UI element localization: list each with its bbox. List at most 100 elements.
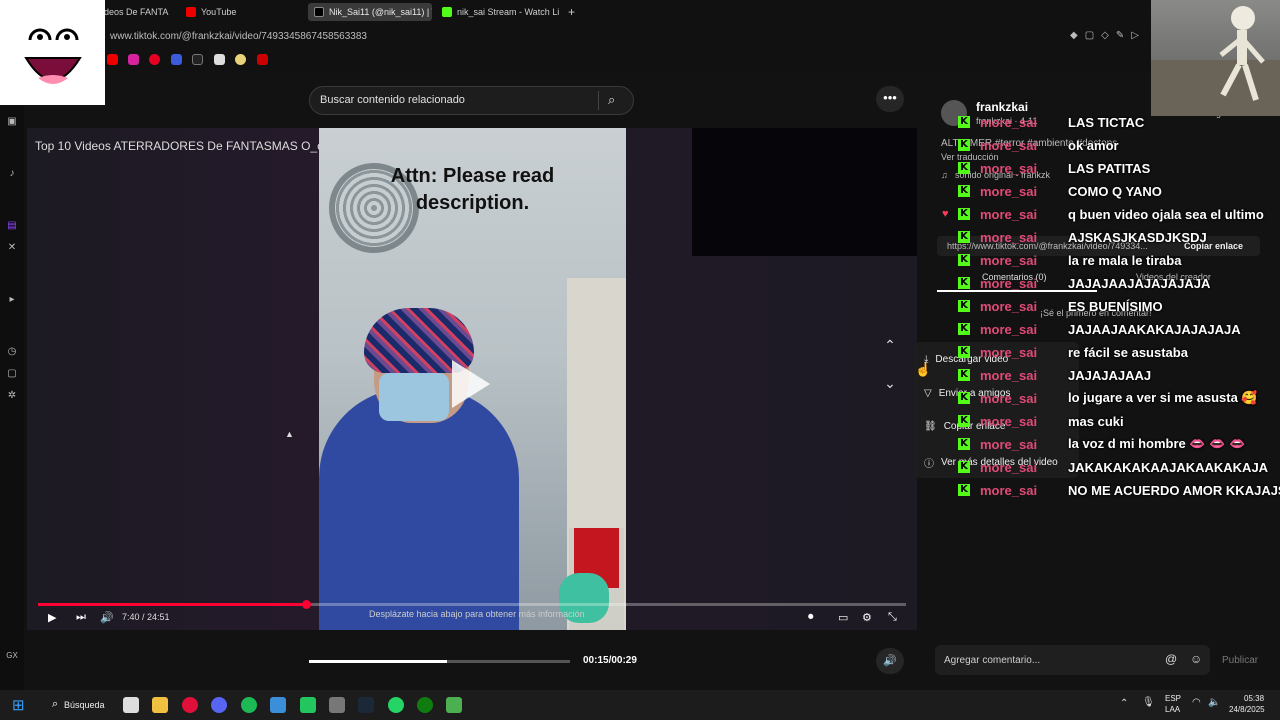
url-text[interactable]: www.tiktok.com/@frankzkai/video/74933458…: [110, 31, 367, 42]
mute-icon[interactable]: 🔊: [876, 648, 904, 674]
app-bookmark-icon[interactable]: [171, 54, 182, 65]
volume-icon[interactable]: 🔊: [100, 611, 114, 624]
nurse-figure: [319, 388, 519, 630]
language-top[interactable]: ESP: [1165, 694, 1181, 703]
comment-placeholder: Agregar comentario...: [944, 655, 1041, 666]
language-bottom[interactable]: LAA: [1165, 705, 1180, 714]
next-video-icon[interactable]: ⌄: [877, 370, 903, 396]
sidebar-clock-icon[interactable]: ◷: [6, 346, 18, 358]
app-icon[interactable]: [300, 697, 316, 713]
toolbar-icons[interactable]: ◆▢◇✎▷: [1070, 30, 1146, 41]
chat-username: more_sai: [980, 344, 1038, 360]
sidebar-play-icon[interactable]: ▸: [6, 294, 18, 306]
chat-message: Kmore_sai ES BUENÍSIMO: [958, 296, 1163, 316]
previous-video-icon[interactable]: ⌃: [877, 332, 903, 358]
chat-text: JAJAJAJAAJ: [1068, 367, 1152, 383]
opera-gx-icon[interactable]: [182, 697, 198, 713]
emoji-icon[interactable]: ☺: [1190, 652, 1202, 666]
clock-time[interactable]: 05:38: [1244, 694, 1264, 703]
kick-badge-icon: K: [958, 392, 970, 404]
publish-button[interactable]: Publicar: [1222, 655, 1258, 666]
face-mask: [379, 373, 449, 421]
taskbar-search[interactable]: ⌕ Búsqueda: [44, 695, 110, 715]
steam-icon[interactable]: [358, 697, 374, 713]
autoplay-toggle[interactable]: ⏺: [808, 611, 814, 624]
chat-text: JAKAKAKAKAAJAKAAKAKAJA: [1068, 459, 1269, 475]
settings-icon[interactable]: ⚙: [862, 611, 872, 624]
chat-message: Kmore_sai LAS TICTAC: [958, 112, 1144, 132]
doc-bookmark-icon[interactable]: [214, 54, 225, 65]
address-bar[interactable]: www.tiktok.com/@frankzkai/video/74933458…: [0, 24, 1280, 50]
chat-username: more_sai: [980, 459, 1038, 475]
task-view-icon[interactable]: [123, 697, 139, 713]
microphone-icon[interactable]: 🎙: [1142, 697, 1155, 708]
tab-tiktok[interactable]: Nik_Sai11 (@nik_sai11) | T: [308, 3, 432, 21]
speaker-icon[interactable]: 🔈: [1208, 697, 1220, 708]
sidebar-x-icon[interactable]: ✕: [6, 242, 18, 254]
chat-message: Kmore_sai ok amor: [958, 135, 1119, 155]
sidebar-settings-icon[interactable]: ✲: [6, 390, 18, 402]
chat-message: Kmore_sai mas cuki: [958, 411, 1124, 431]
new-tab-button[interactable]: +: [562, 3, 578, 21]
search-placeholder: Buscar contenido relacionado: [320, 94, 465, 106]
chat-message: Kmore_sai lo jugare a ver si me asusta 🥰: [958, 388, 1258, 408]
chat-text: la re mala le tiraba: [1068, 252, 1182, 268]
tab-kick[interactable]: nik_sai Stream - Watch Li: [436, 3, 560, 21]
tab-label: ideos De FANTA: [102, 7, 169, 17]
instagram-bookmark-icon[interactable]: [128, 54, 139, 65]
spotify-icon[interactable]: [241, 697, 257, 713]
discord-icon[interactable]: [211, 697, 227, 713]
kick-badge-icon: K: [958, 300, 970, 312]
tab-youtube[interactable]: YouTube: [180, 3, 300, 21]
chat-message: Kmore_sai re fácil se asustaba: [958, 342, 1188, 362]
tiktok-icon: [314, 7, 324, 17]
play-icon[interactable]: ▶: [48, 611, 56, 624]
exit-fullscreen-icon[interactable]: ⤡: [888, 611, 897, 624]
tray-chevron-icon[interactable]: ⌃: [1120, 698, 1128, 709]
search-icon: ⌕: [52, 698, 59, 710]
store-icon[interactable]: [270, 697, 286, 713]
sidebar-box-icon[interactable]: ▢: [6, 368, 18, 380]
chat-text: q buen video ojala sea el ultimo: [1068, 206, 1264, 222]
play-overlay-icon[interactable]: [452, 360, 490, 408]
folder-bookmark-icon[interactable]: [235, 54, 246, 65]
pinterest-bookmark-icon[interactable]: [149, 54, 160, 65]
sidebar-twitch-icon[interactable]: ▤: [6, 220, 18, 232]
search-icon[interactable]: ⌕: [608, 92, 615, 108]
chat-text: AJSKASJKASDJKSDJ: [1068, 229, 1207, 245]
mention-icon[interactable]: @: [1165, 652, 1177, 666]
netflix-bookmark-icon[interactable]: [257, 54, 268, 65]
chat-username: more_sai: [980, 436, 1038, 452]
mouse-cursor-icon: ▲: [285, 429, 294, 439]
xbox-icon[interactable]: [417, 697, 433, 713]
windows-start-icon[interactable]: ⊞: [12, 696, 25, 714]
chat-text: JAJAJAAJAJAJAJAJA: [1068, 275, 1211, 291]
like-icon[interactable]: ♥: [942, 208, 949, 220]
youtube-bookmark-icon[interactable]: [107, 54, 118, 65]
clock-date[interactable]: 24/8/2025: [1229, 705, 1265, 714]
kick-badge-icon: K: [958, 162, 970, 174]
chat-text: lo jugare a ver si me asusta 🥰: [1068, 390, 1258, 405]
chat-username: more_sai: [980, 137, 1038, 153]
minecraft-icon[interactable]: [446, 697, 462, 713]
whatsapp-icon[interactable]: [388, 697, 404, 713]
next-icon[interactable]: ⏭: [76, 611, 86, 624]
sidebar-gx-label: GX: [6, 651, 18, 660]
chat-username: more_sai: [980, 229, 1038, 245]
kick-badge-icon: K: [958, 323, 970, 335]
bookmarks-bar: [0, 50, 1280, 70]
file-explorer-icon[interactable]: [152, 697, 168, 713]
chat-username: more_sai: [980, 390, 1038, 406]
tool-icon[interactable]: [329, 697, 345, 713]
sidebar-tiktok-icon[interactable]: ♪: [6, 168, 18, 180]
wifi-icon[interactable]: ◠: [1192, 697, 1201, 708]
tiktok-progress-fill: [309, 660, 448, 663]
sidebar-m-icon[interactable]: ▣: [6, 116, 18, 128]
chat-text: mas cuki: [1068, 413, 1124, 429]
more-options-icon[interactable]: •••: [876, 86, 904, 112]
subtitles-icon[interactable]: ▭: [838, 611, 848, 624]
link-icon: ⛓: [924, 421, 937, 432]
kick-badge-icon: K: [958, 139, 970, 151]
tab-fantasmas[interactable]: ideos De FANTA: [96, 3, 176, 21]
tiktok-bookmark-icon[interactable]: [192, 54, 203, 65]
